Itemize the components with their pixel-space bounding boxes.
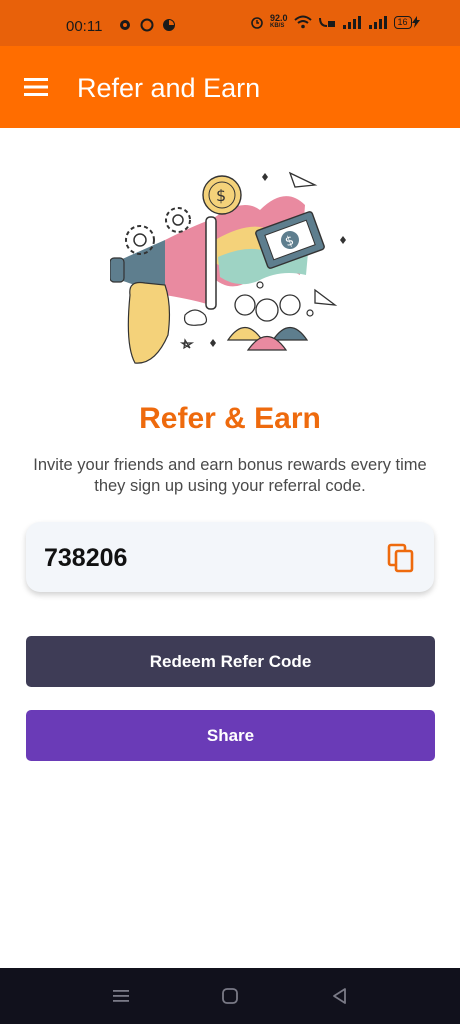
hamburger-menu-icon[interactable] [22,76,50,98]
megaphone-referral-illustration: $ $ [109,165,350,375]
signal-icon-2 [368,16,387,29]
settings-gear-icon [120,20,130,30]
refer-earn-subtitle: Invite your friends and earn bonus rewar… [33,456,427,495]
openai-icon [140,18,154,32]
battery-level: 16 [393,15,412,29]
alarm-icon [251,17,263,29]
app-notification-icon [163,19,175,31]
home-icon[interactable] [220,986,240,1006]
signal-icon-1 [342,16,361,29]
back-icon[interactable] [330,986,350,1006]
status-bar: 00:11 92.0 KB/S 16 [0,0,460,46]
referral-code-card: 738206 [26,522,434,592]
charging-bolt-icon [411,16,420,28]
status-notification-icons [118,18,176,32]
network-speed: 92.0 KB/S [270,14,288,30]
app-bar: Refer and Earn [0,46,460,128]
referral-code: 738206 [44,544,128,572]
recents-icon[interactable] [111,986,131,1006]
refer-earn-heading: Refer & Earn [139,402,321,435]
copy-icon[interactable] [386,542,416,574]
battery-icon: 16 [393,15,420,29]
status-indicators: 92.0 KB/S 16 [250,14,420,30]
network-speed-unit: KB/S [270,23,285,29]
wifi-icon [293,15,312,29]
share-button[interactable]: Share [26,710,435,761]
network-speed-value: 92.0 [270,13,288,23]
volte-icon [318,17,335,27]
app-title: Refer and Earn [77,73,261,103]
system-nav-bar [0,968,460,1024]
status-time: 00:11 [66,18,103,35]
svg-text:$: $ [216,186,226,205]
redeem-refer-code-button[interactable]: Redeem Refer Code [26,636,435,687]
